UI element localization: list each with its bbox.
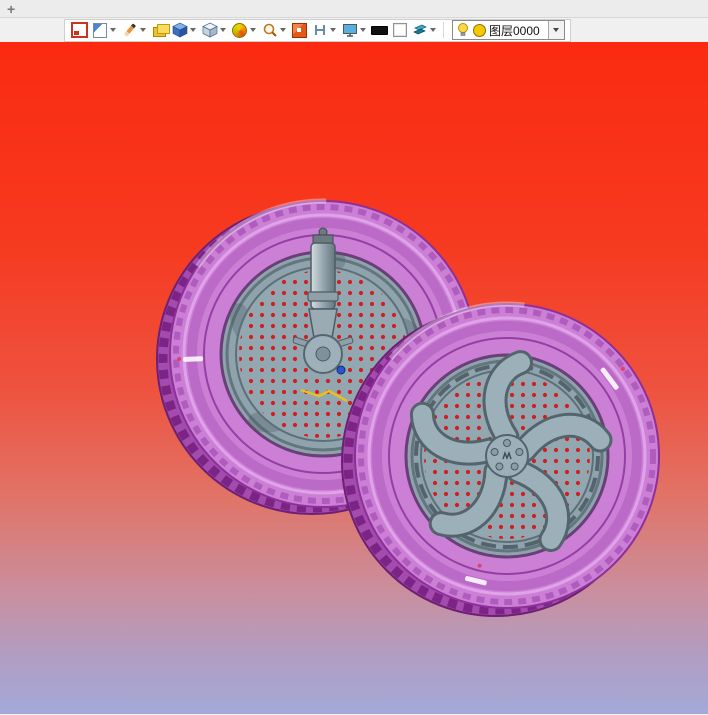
view-toolstrip: 图层0000 bbox=[64, 18, 571, 42]
layer-dropdown-arrow[interactable] bbox=[547, 21, 564, 39]
light-bulb-icon bbox=[458, 23, 468, 36]
line-width-icon[interactable] bbox=[370, 21, 389, 40]
background-swatch-icon[interactable] bbox=[390, 21, 409, 40]
material-icon[interactable] bbox=[410, 21, 429, 40]
wire-cube-icon[interactable] bbox=[200, 21, 219, 40]
document-dropdown-chevron[interactable] bbox=[110, 28, 116, 32]
display-icon[interactable] bbox=[340, 21, 359, 40]
toolbar: 图层0000 bbox=[0, 18, 708, 42]
display-dropdown-chevron[interactable] bbox=[360, 28, 366, 32]
section-icon[interactable] bbox=[310, 21, 329, 40]
viewport-canvas[interactable] bbox=[0, 42, 708, 714]
pencil-dropdown-chevron[interactable] bbox=[140, 28, 146, 32]
wire-cube-dropdown-chevron[interactable] bbox=[220, 28, 226, 32]
zoom-dropdown-chevron[interactable] bbox=[280, 28, 286, 32]
front-hub[interactable] bbox=[485, 434, 529, 478]
new-view-icon[interactable] bbox=[70, 21, 89, 40]
document-icon[interactable] bbox=[90, 21, 109, 40]
3d-viewport[interactable] bbox=[0, 42, 708, 714]
layer-name: 图层0000 bbox=[489, 23, 540, 38]
region-icon[interactable] bbox=[290, 21, 309, 40]
add-tab-icon[interactable]: + bbox=[7, 2, 15, 16]
title-bar: + bbox=[0, 0, 708, 18]
color-wheel-icon[interactable] bbox=[230, 21, 249, 40]
layer-selector[interactable]: 图层0000 bbox=[452, 20, 565, 40]
toolbar-separator bbox=[443, 22, 444, 38]
material-dropdown-chevron[interactable] bbox=[430, 28, 436, 32]
color-wheel-dropdown-chevron[interactable] bbox=[250, 28, 256, 32]
pencil-icon[interactable] bbox=[120, 21, 139, 40]
layers-icon[interactable] bbox=[150, 21, 170, 40]
solid-cube-icon[interactable] bbox=[170, 21, 189, 40]
section-dropdown-chevron[interactable] bbox=[330, 28, 336, 32]
zoom-icon[interactable] bbox=[260, 21, 279, 40]
blue-fitting bbox=[336, 365, 346, 375]
solid-cube-dropdown-chevron[interactable] bbox=[190, 28, 196, 32]
layer-color-swatch bbox=[473, 23, 486, 37]
